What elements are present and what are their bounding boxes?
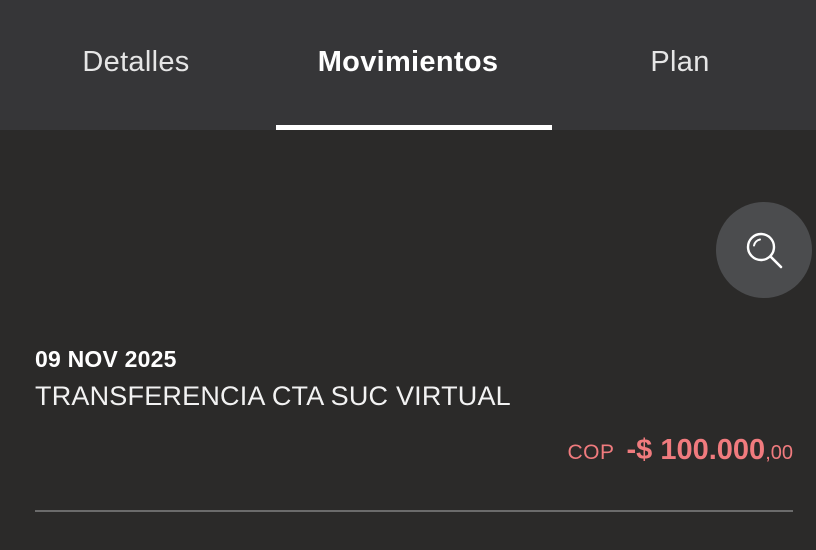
tab-label: Plan: [650, 46, 710, 78]
search-button[interactable]: [716, 202, 812, 298]
search-icon: [746, 232, 783, 269]
divider: [35, 510, 793, 512]
tab-label: Detalles: [82, 46, 190, 78]
currency-code: COP: [567, 441, 615, 464]
list-item[interactable]: 09 NOV 2025 TRANSFERENCIA CTA SUC VIRTUA…: [35, 340, 793, 466]
tab-plan[interactable]: Plan: [544, 0, 816, 130]
amount-integer: -$ 100.000: [626, 434, 766, 466]
active-tab-indicator: [276, 125, 552, 130]
transaction-date: 09 NOV 2025: [35, 346, 177, 372]
transaction-amount: COP -$ 100.000 ,00: [568, 434, 794, 467]
transaction-description: TRANSFERENCIA CTA SUC VIRTUAL: [35, 381, 511, 411]
amount-decimal: ,00: [765, 442, 793, 464]
tab-label: Movimientos: [317, 46, 499, 78]
tab-movimientos[interactable]: Movimientos: [272, 0, 552, 130]
tab-detalles[interactable]: Detalles: [0, 0, 272, 130]
tab-bar: Detalles Movimientos Plan: [0, 0, 816, 130]
